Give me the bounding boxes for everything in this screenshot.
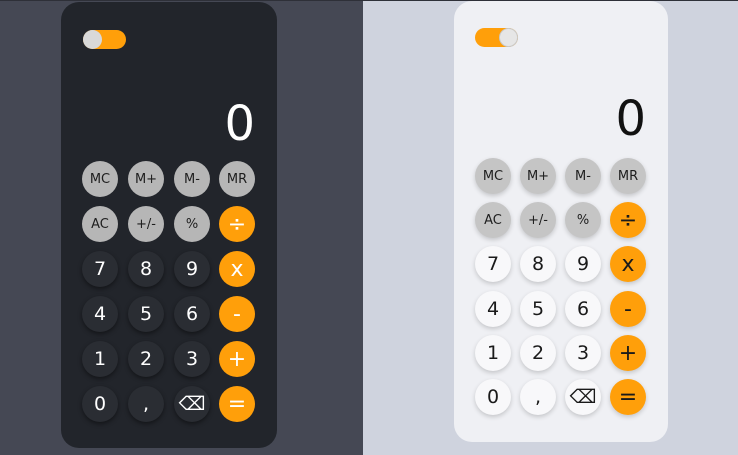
digit-0-button[interactable]: 0 [475,379,511,415]
light-calculator: 0 MC M+ M- MR AC +/-% ÷ 7 8 9 x 4 5 6- 1 2 3 +0, ⌫ = [454,1,668,442]
multiply-button[interactable]: x [219,251,255,287]
digit-2-button[interactable]: 2 [520,335,556,371]
percent-button[interactable]: % [565,202,601,238]
memory-recall-button[interactable]: MR [219,161,255,197]
digit-1-button[interactable]: 1 [82,341,118,377]
digit-9-button[interactable]: 9 [565,246,601,282]
digit-3-button[interactable]: 3 [565,335,601,371]
digit-8-button[interactable]: 8 [520,246,556,282]
digit-4-button[interactable]: 4 [82,296,118,332]
add-button[interactable]: + [219,341,255,377]
backspace-button[interactable]: ⌫ [565,379,601,415]
memory-subtract-button[interactable]: M- [565,158,601,194]
backspace-button[interactable]: ⌫ [174,386,210,422]
display-value: 0 [615,91,646,147]
subtract-button[interactable]: - [219,296,255,332]
decimal-comma-button[interactable]: , [520,379,556,415]
memory-add-button[interactable]: M+ [128,161,164,197]
all-clear-button[interactable]: AC [82,206,118,242]
digit-6-button[interactable]: 6 [174,296,210,332]
digit-5-button[interactable]: 5 [128,296,164,332]
digit-4-button[interactable]: 4 [475,291,511,327]
digit-5-button[interactable]: 5 [520,291,556,327]
divide-button[interactable]: ÷ [219,206,255,242]
memory-clear-button[interactable]: MC [475,158,511,194]
digit-7-button[interactable]: 7 [475,246,511,282]
add-button[interactable]: + [610,335,646,371]
equals-button[interactable]: = [610,379,646,415]
decimal-comma-button[interactable]: , [128,386,164,422]
sign-toggle-button[interactable]: +/- [520,202,556,238]
all-clear-button[interactable]: AC [475,202,511,238]
theme-toggle[interactable] [475,28,518,47]
digit-3-button[interactable]: 3 [174,341,210,377]
memory-add-button[interactable]: M+ [520,158,556,194]
dark-calculator: 0 MC M+ M- MR AC +/-% ÷ 7 8 9 x 4 5 6- 1 2 3 +0, ⌫ = [61,2,277,448]
theme-toggle[interactable] [83,30,126,49]
digit-7-button[interactable]: 7 [82,251,118,287]
display-value: 0 [224,96,255,152]
equals-button[interactable]: = [219,386,255,422]
digit-8-button[interactable]: 8 [128,251,164,287]
divide-button[interactable]: ÷ [610,202,646,238]
memory-recall-button[interactable]: MR [610,158,646,194]
toggle-knob [83,30,102,49]
digit-0-button[interactable]: 0 [82,386,118,422]
memory-subtract-button[interactable]: M- [174,161,210,197]
subtract-button[interactable]: - [610,291,646,327]
sign-toggle-button[interactable]: +/- [128,206,164,242]
percent-button[interactable]: % [174,206,210,242]
toggle-knob [499,28,518,47]
multiply-button[interactable]: x [610,246,646,282]
digit-9-button[interactable]: 9 [174,251,210,287]
digit-1-button[interactable]: 1 [475,335,511,371]
digit-2-button[interactable]: 2 [128,341,164,377]
memory-clear-button[interactable]: MC [82,161,118,197]
digit-6-button[interactable]: 6 [565,291,601,327]
